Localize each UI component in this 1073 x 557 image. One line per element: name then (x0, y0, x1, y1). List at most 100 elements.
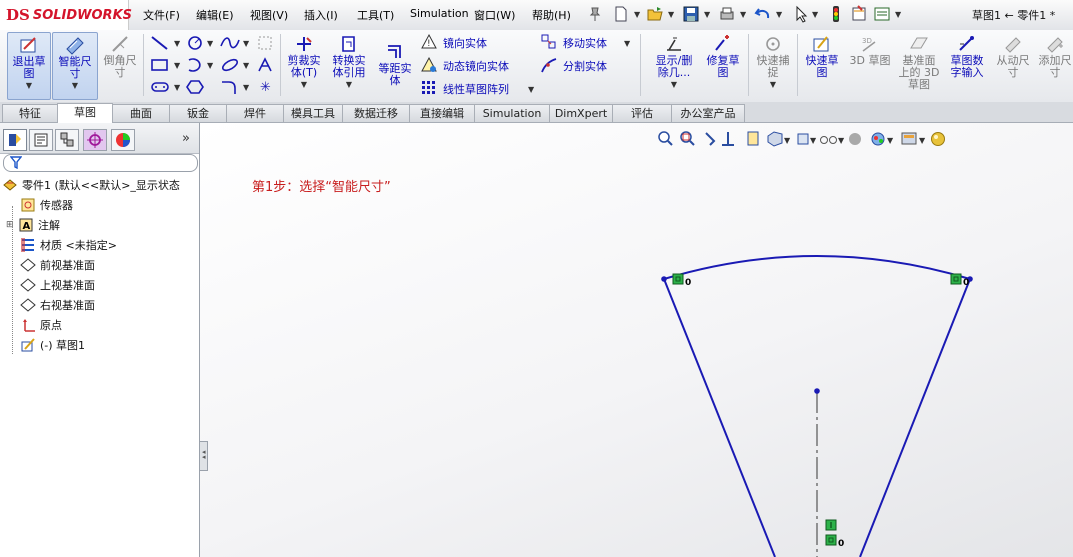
slot-dropdown-icon[interactable]: ▼ (174, 83, 180, 92)
dynamic-mirror-icon[interactable] (420, 56, 438, 74)
ellipse-icon[interactable] (219, 56, 241, 74)
text-icon[interactable] (256, 56, 274, 74)
tab-sheet-metal[interactable]: 钣金 (169, 104, 227, 122)
convert-entities-button[interactable]: 转换实 体引用 ▼ (328, 32, 370, 98)
menu-edit[interactable]: 编辑(E) (196, 7, 234, 23)
menu-help[interactable]: 帮助(H) (532, 7, 571, 23)
move-entities-label[interactable]: 移动实体 (563, 35, 607, 51)
rapid-sketch-button[interactable]: 快速草 图 (800, 32, 844, 98)
split-entities-label[interactable]: 分割实体 (563, 58, 607, 74)
configuration-manager-icon[interactable] (55, 129, 79, 151)
sketch-line-left[interactable] (663, 278, 776, 557)
save-dropdown-icon[interactable]: ▼ (704, 10, 710, 19)
smart-dimension-dropdown-icon[interactable]: ▼ (53, 80, 97, 92)
sketch-endpoint[interactable] (814, 388, 820, 394)
print-dropdown-icon[interactable]: ▼ (740, 10, 746, 19)
menu-view[interactable]: 视图(V) (250, 7, 288, 23)
arc-dropdown-icon[interactable]: ▼ (207, 61, 213, 70)
linear-pattern-dropdown-icon[interactable]: ▼ (528, 85, 534, 94)
panel-expand-icon[interactable]: » (182, 131, 190, 146)
tab-evaluate[interactable]: 评估 (612, 104, 672, 122)
pin-icon[interactable] (586, 5, 604, 23)
trim-entities-button[interactable]: 剪裁实 体(T) ▼ (284, 32, 324, 98)
coincident-relation-icon[interactable] (672, 273, 684, 285)
tab-weldments[interactable]: 焊件 (226, 104, 284, 122)
rectangle-dropdown-icon[interactable]: ▼ (174, 61, 180, 70)
mirror-entities-label[interactable]: 镜向实体 (443, 35, 487, 51)
sketch-line-right[interactable] (859, 278, 971, 557)
tab-mold-tools[interactable]: 模具工具 (283, 104, 343, 122)
tree-item-right-plane[interactable]: 右视基准面 (2, 295, 198, 315)
tree-filter-input[interactable] (3, 154, 198, 172)
circle-dropdown-icon[interactable]: ▼ (207, 39, 213, 48)
split-entities-icon[interactable] (540, 56, 558, 74)
linear-pattern-icon[interactable] (420, 79, 438, 97)
chamfer-dimension-button[interactable]: 倒角尺 寸 (100, 32, 140, 98)
add-dimension-button[interactable]: 添加尺 寸 (1037, 32, 1073, 98)
tab-direct-editing[interactable]: 直接编辑 (409, 104, 475, 122)
circle-icon[interactable] (185, 34, 205, 52)
tab-surfaces[interactable]: 曲面 (112, 104, 170, 122)
open-folder-icon[interactable] (646, 5, 664, 23)
solidworks-logo[interactable]: DS SOLIDWORKS (0, 0, 132, 30)
convert-dropdown-icon[interactable]: ▼ (328, 79, 370, 91)
tree-item-sketch1[interactable]: (-) 草图1 (2, 335, 198, 355)
options-icon[interactable] (873, 5, 891, 23)
quick-snaps-dropdown-icon[interactable]: ▼ (752, 79, 794, 91)
menu-insert[interactable]: 插入(I) (304, 7, 338, 23)
fillet-icon[interactable] (219, 78, 241, 96)
exit-sketch-button[interactable]: 退出草 图 ▼ (7, 32, 51, 100)
rebuild-traffic-light-icon[interactable] (827, 5, 845, 23)
tab-office-products[interactable]: 办公室产品 (671, 104, 745, 122)
tree-root-part[interactable]: 零件1 (默认<<默认>_显示状态 (2, 175, 198, 195)
print-icon[interactable] (718, 5, 736, 23)
line-dropdown-icon[interactable]: ▼ (174, 39, 180, 48)
graphics-area[interactable]: ◂ ◂ ▼ ▼ ▼ ▼ ▼ 第1步：选择“智能尺寸” 0 0 0 (200, 123, 1073, 557)
exit-sketch-dropdown-icon[interactable]: ▼ (8, 80, 50, 92)
undo-dropdown-icon[interactable]: ▼ (776, 10, 782, 19)
mirror-icon[interactable]: ! (420, 33, 438, 51)
property-manager-icon[interactable] (29, 129, 53, 151)
open-dropdown-icon[interactable]: ▼ (668, 10, 674, 19)
quick-snaps-button[interactable]: 快速捕 捉 ▼ (752, 32, 794, 98)
relations-dropdown-icon[interactable]: ▼ (650, 79, 698, 91)
rectangle-icon[interactable] (149, 56, 171, 74)
undo-icon[interactable] (754, 5, 772, 23)
select-cursor-icon[interactable] (792, 5, 810, 23)
save-icon[interactable] (682, 5, 700, 23)
featuremanager-tree-icon[interactable] (3, 129, 27, 151)
display-delete-relations-button[interactable]: 显示/删 除几... ▼ (650, 32, 698, 98)
3d-sketch-button[interactable]: 3D 3D 草图 (848, 32, 892, 98)
move-entities-icon[interactable] (540, 33, 558, 51)
coincident-relation-icon[interactable] (950, 273, 962, 285)
options-dropdown-icon[interactable]: ▼ (895, 10, 901, 19)
select-dropdown-icon[interactable]: ▼ (812, 10, 818, 19)
line-icon[interactable] (149, 34, 173, 52)
menu-tools[interactable]: 工具(T) (357, 7, 394, 23)
dynamic-mirror-label[interactable]: 动态镜向实体 (443, 58, 509, 74)
fillet-dropdown-icon[interactable]: ▼ (243, 83, 249, 92)
spline-icon[interactable] (219, 34, 241, 52)
point-icon[interactable]: ✳ (260, 80, 271, 95)
sketch-endpoint[interactable] (661, 276, 667, 282)
smart-dimension-button[interactable]: 智能尺 寸 ▼ (52, 32, 98, 100)
file-properties-icon[interactable] (850, 5, 868, 23)
tree-item-material[interactable]: 材质 <未指定> (2, 235, 198, 255)
driven-dimension-button[interactable]: 从动尺 寸 (992, 32, 1034, 98)
menu-simulation[interactable]: Simulation (410, 7, 469, 20)
3d-sketch-on-plane-button[interactable]: 基准面 上的 3D 草图 (896, 32, 942, 100)
construction-geometry-icon[interactable] (256, 34, 274, 52)
slot-icon[interactable] (149, 78, 171, 96)
linear-pattern-label[interactable]: 线性草图阵列 (443, 81, 509, 97)
dimxpert-manager-icon[interactable] (83, 129, 107, 151)
move-dropdown-icon[interactable]: ▼ (624, 39, 630, 48)
tree-item-origin[interactable]: 原点 (2, 315, 198, 335)
new-dropdown-icon[interactable]: ▼ (634, 10, 640, 19)
tab-dimxpert[interactable]: DimXpert (549, 104, 613, 122)
tab-data-migration[interactable]: 数据迁移 (342, 104, 410, 122)
tab-simulation[interactable]: Simulation (474, 104, 550, 122)
tab-features[interactable]: 特征 (2, 104, 58, 122)
tree-item-sensors[interactable]: 传感器 (2, 195, 198, 215)
spline-dropdown-icon[interactable]: ▼ (243, 39, 249, 48)
menu-file[interactable]: 文件(F) (143, 7, 180, 23)
